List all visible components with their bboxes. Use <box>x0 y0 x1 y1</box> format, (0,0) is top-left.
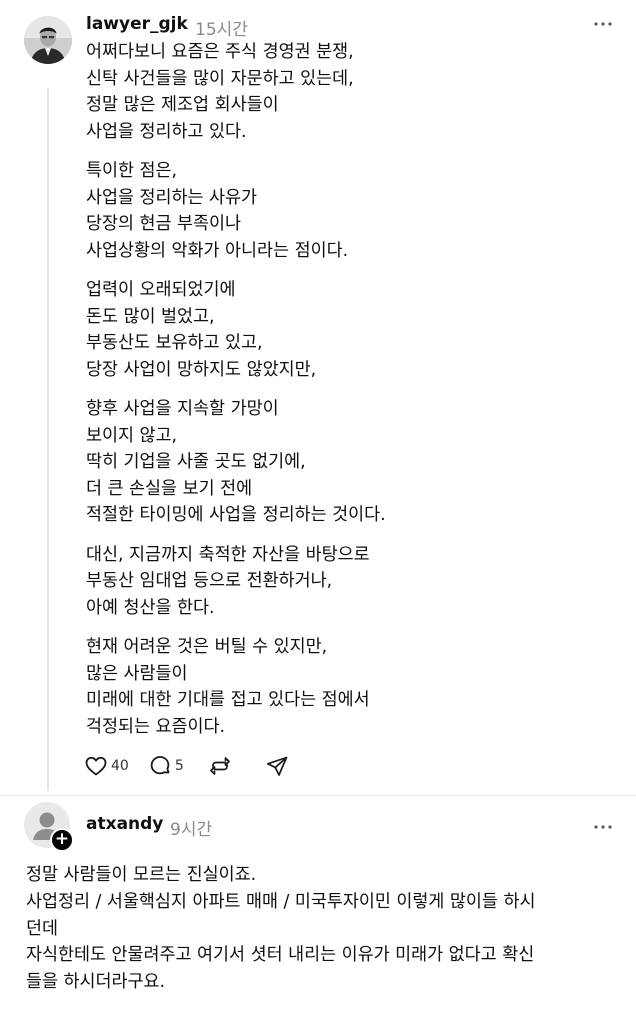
post-text-line: 부동산 임대업 등으로 전환하거나, <box>86 571 333 591</box>
comment-button[interactable]: 5 <box>148 754 184 778</box>
post-text-line: 어쩌다보니 요즘은 주식 경영권 분쟁, <box>86 42 354 62</box>
reply-body: 정말 사람들이 모르는 진실이죠. 사업정리 / 서울핵심지 아파트 매매 / 미… <box>26 862 626 996</box>
like-count: 40 <box>111 758 129 774</box>
reply-text-line: 들을 하시더라구요. <box>26 972 166 993</box>
post-text-line: 부동산도 보유하고 있고, <box>86 333 263 353</box>
post-paragraph: 현재 어려운 것은 버틸 수 있지만, 많은 사람들이미래에 대한 기대를 접고 … <box>86 634 606 740</box>
post-paragraph: 어쩌다보니 요즘은 주식 경영권 분쟁, 신탁 사건들을 많이 자문하고 있는데,… <box>86 39 606 145</box>
post-text-line: 적절한 타이밍에 사업을 정리하는 것이다. <box>86 505 386 525</box>
post-paragraph: 특이한 점은, 사업을 정리하는 사유가당장의 현금 부족이나사업상황의 악화가 … <box>86 158 606 264</box>
post-text-line: 더 큰 손실을 보기 전에 <box>86 478 253 499</box>
post-text-line: 특이한 점은, <box>86 161 178 181</box>
post-paragraph: 향후 사업을 지속할 가망이보이지 않고, 딱히 기업을 사줄 곳도 없기에, 더 … <box>86 396 606 529</box>
like-button[interactable]: 40 <box>84 754 129 778</box>
reply-text-line: 사업정리 / 서울핵심지 아파트 매매 / 미국투자이민 이렇게 많이들 하시 <box>26 891 536 912</box>
comment-bubble-icon <box>150 756 170 775</box>
post-text-line: 현재 어려운 것은 버틸 수 있지만, <box>86 637 328 657</box>
reply-username[interactable]: atxandy <box>86 814 163 834</box>
post-actions: 40 5 <box>84 752 289 780</box>
post-text-line: 당장의 현금 부족이나 <box>86 214 242 234</box>
post-text-line: 향후 사업을 지속할 가망이 <box>86 399 279 419</box>
follow-plus-icon[interactable]: + <box>50 828 74 852</box>
more-dots-icon[interactable] <box>592 816 614 838</box>
post-text-line: 보이지 않고, <box>86 425 178 446</box>
repost-button[interactable] <box>208 754 232 778</box>
post-text-line: 걱정되는 요즘이다. <box>86 716 226 737</box>
author-username[interactable]: lawyer_gjk <box>86 14 188 34</box>
reply-timestamp: 9시간 <box>170 820 213 840</box>
post-text-line: 많은 사람들이 <box>86 663 188 684</box>
send-icon <box>266 756 288 776</box>
post-divider <box>0 795 636 796</box>
post-text-line: 딱히 기업을 사줄 곳도 없기에, <box>86 452 306 472</box>
thread-connector-line <box>47 88 49 791</box>
author-avatar[interactable] <box>24 16 72 64</box>
post-text-line: 대신, 지금까지 축적한 자산을 바탕으로 <box>86 544 370 565</box>
comment-count: 5 <box>174 758 184 774</box>
post-text-line: 돈도 많이 벌었고, <box>86 306 215 327</box>
post-text-line: 신탁 사건들을 많이 자문하고 있는데, <box>86 68 354 89</box>
post-paragraph: 업력이 오래되었기에돈도 많이 벌었고, 부동산도 보유하고 있고, 당장 사업이 … <box>86 277 606 383</box>
post-text-line: 정말 많은 제조업 회사들이 <box>86 95 279 115</box>
post-body: 어쩌다보니 요즘은 주식 경영권 분쟁, 신탁 사건들을 많이 자문하고 있는데,… <box>86 39 606 753</box>
post-timestamp: 15시간 <box>195 20 248 40</box>
post-text-line: 미래에 대한 기대를 접고 있다는 점에서 <box>86 690 370 710</box>
post-paragraph: 대신, 지금까지 축적한 자산을 바탕으로부동산 임대업 등으로 전환하거나, 아… <box>86 542 606 622</box>
post-text-line: 사업상황의 악화가 아니라는 점이다. <box>86 240 349 261</box>
reply-avatar[interactable]: + <box>24 802 74 852</box>
reply-text-line: 정말 사람들이 모르는 진실이죠. <box>26 865 257 885</box>
heart-icon <box>85 756 107 776</box>
post-text-line: 아예 청산을 한다. <box>86 597 215 618</box>
repost-icon <box>209 757 230 775</box>
post-text-line: 사업을 정리하는 사유가 <box>86 187 258 208</box>
author-photo <box>24 16 72 64</box>
reply-text-line: 던데 <box>26 918 58 939</box>
reply-text-line: 자식한테도 안물려주고 여기서 셧터 내리는 이유가 미래가 없다고 확신 <box>26 945 535 966</box>
more-dots-icon[interactable] <box>592 13 614 35</box>
post-text-line: 사업을 정리하고 있다. <box>86 121 247 142</box>
post-text-line: 당장 사업이 망하지도 않았지만, <box>86 359 317 380</box>
share-button[interactable] <box>265 754 289 778</box>
post-text-line: 업력이 오래되었기에 <box>86 280 236 300</box>
